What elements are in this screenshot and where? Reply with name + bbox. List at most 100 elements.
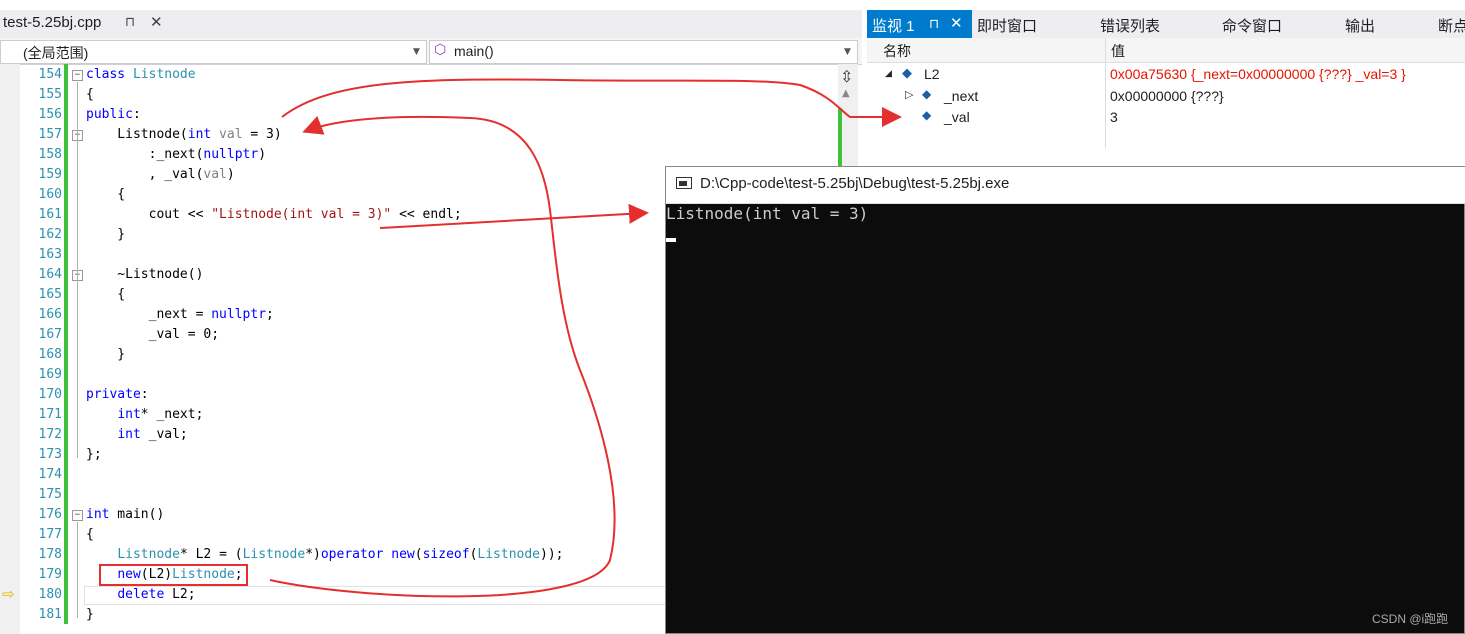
line-number: 174 <box>38 467 62 482</box>
code-line[interactable]: , _val(val) <box>86 167 235 182</box>
pin-icon[interactable]: ⊓ <box>929 16 939 32</box>
fold-toggle-icon[interactable]: − <box>72 70 83 81</box>
split-window-icon[interactable]: ⇳ <box>840 67 853 86</box>
code-token: Listnode( <box>86 127 188 142</box>
watch-row-value[interactable]: 3 <box>1110 109 1118 125</box>
watch-row-name: L2 <box>924 66 940 82</box>
console-window[interactable] <box>665 166 1465 634</box>
line-number: 159 <box>38 167 62 182</box>
code-token: : <box>132 107 141 122</box>
code-line[interactable]: _val = 0; <box>86 327 219 342</box>
function-dropdown[interactable]: ⬡ main() ▼ <box>429 40 858 64</box>
line-number: 160 <box>38 187 62 202</box>
code-line[interactable]: Listnode* L2 = (Listnode*)operator new(s… <box>86 547 563 562</box>
code-token: public <box>86 107 133 122</box>
code-line[interactable]: cout << "Listnode(int val = 3)" << endl; <box>86 207 462 222</box>
chevron-down-icon: ▼ <box>844 47 851 57</box>
code-token: , _val( <box>86 167 204 182</box>
code-line[interactable]: int _val; <box>86 427 188 442</box>
code-line[interactable]: delete L2; <box>86 587 195 602</box>
tab-breakpoints[interactable]: 断点 <box>1438 15 1465 36</box>
line-number: 172 <box>38 427 62 442</box>
execution-pointer-icon: ⇨ <box>2 585 15 603</box>
code-token: Listnode <box>477 547 541 562</box>
code-line[interactable]: _next = nullptr; <box>86 307 274 322</box>
tab-error-list[interactable]: 错误列表 <box>1100 15 1160 36</box>
tab-command-window[interactable]: 命令窗口 <box>1222 15 1282 36</box>
line-number: 175 <box>38 487 62 502</box>
code-line[interactable]: public: <box>86 107 141 122</box>
column-value-header[interactable]: 值 <box>1111 41 1125 61</box>
code-line[interactable]: :_next(nullptr) <box>86 147 266 162</box>
code-line[interactable]: int main() <box>86 507 164 522</box>
line-number: 169 <box>38 367 62 382</box>
close-icon[interactable]: ✕ <box>150 13 163 31</box>
code-line[interactable]: } <box>86 227 125 242</box>
code-token: }; <box>86 447 102 462</box>
code-line[interactable]: private: <box>86 387 149 402</box>
code-token: cout << <box>86 207 212 222</box>
code-token: *) <box>305 547 321 562</box>
code-token: val <box>203 167 227 182</box>
watch-column-header <box>867 38 1465 63</box>
code-line[interactable]: }; <box>86 447 102 462</box>
collapse-icon[interactable]: ◢ <box>885 69 892 79</box>
code-token: nullptr <box>211 307 267 322</box>
line-number: 157 <box>38 127 62 142</box>
code-token: :_next( <box>86 147 204 162</box>
code-token: } <box>86 607 94 622</box>
scope-dropdown[interactable]: (全局范围) ▼ <box>0 40 427 64</box>
code-token: class <box>86 67 133 82</box>
code-token: ) <box>226 167 235 182</box>
line-number: 168 <box>38 347 62 362</box>
code-token: ( <box>414 547 423 562</box>
code-token: int <box>187 127 212 142</box>
tab-immediate-window[interactable]: 即时窗口 <box>977 15 1037 36</box>
scroll-up-icon[interactable]: ▲ <box>842 88 850 99</box>
fold-guide <box>77 142 78 238</box>
code-token: _val = 0; <box>86 327 220 342</box>
code-line[interactable]: { <box>86 87 94 102</box>
line-number: 176 <box>38 507 62 522</box>
function-dropdown-value: main() <box>454 43 494 59</box>
fold-guide <box>77 282 78 358</box>
tab-output[interactable]: 输出 <box>1345 15 1375 36</box>
code-line[interactable]: } <box>86 607 94 622</box>
tab-watch-1-label[interactable]: 监视 1 <box>872 15 915 36</box>
close-icon[interactable]: ✕ <box>950 14 963 32</box>
code-line[interactable]: int* _next; <box>86 407 203 422</box>
code-line[interactable]: { <box>86 187 125 202</box>
watch-row-value[interactable]: 0x00000000 {???} <box>1110 88 1224 104</box>
scope-dropdown-value: (全局范围) <box>23 45 89 61</box>
code-line[interactable]: Listnode(int val = 3) <box>86 127 282 142</box>
code-token: { <box>86 187 126 202</box>
code-token: main() <box>109 507 165 522</box>
code-token: _next = <box>86 307 212 322</box>
code-token: sizeof <box>422 547 470 562</box>
code-token: { <box>86 87 94 102</box>
code-token: { <box>86 287 126 302</box>
code-token: operator new <box>320 547 415 562</box>
code-line[interactable]: { <box>86 287 125 302</box>
watch-row-value[interactable]: 0x00a75630 {_next=0x00000000 {???} _val=… <box>1110 66 1406 82</box>
line-number: 156 <box>38 107 62 122</box>
column-name-header[interactable]: 名称 <box>883 41 911 61</box>
fold-toggle-icon[interactable]: − <box>72 510 83 521</box>
pin-icon[interactable]: ⊓ <box>125 15 135 30</box>
code-line[interactable]: class Listnode <box>86 67 196 82</box>
code-line[interactable]: { <box>86 527 94 542</box>
code-line[interactable]: ~Listnode() <box>86 267 203 282</box>
code-token: int <box>86 507 110 522</box>
line-number: 155 <box>38 87 62 102</box>
code-token: = 3) <box>242 127 282 142</box>
column-divider[interactable] <box>1105 38 1106 148</box>
line-number: 181 <box>38 607 62 622</box>
code-token: _val; <box>140 427 188 442</box>
expand-icon[interactable]: ▷ <box>905 88 913 101</box>
code-line[interactable]: } <box>86 347 125 362</box>
editor-tab-label[interactable]: test-5.25bj.cpp <box>3 14 101 31</box>
